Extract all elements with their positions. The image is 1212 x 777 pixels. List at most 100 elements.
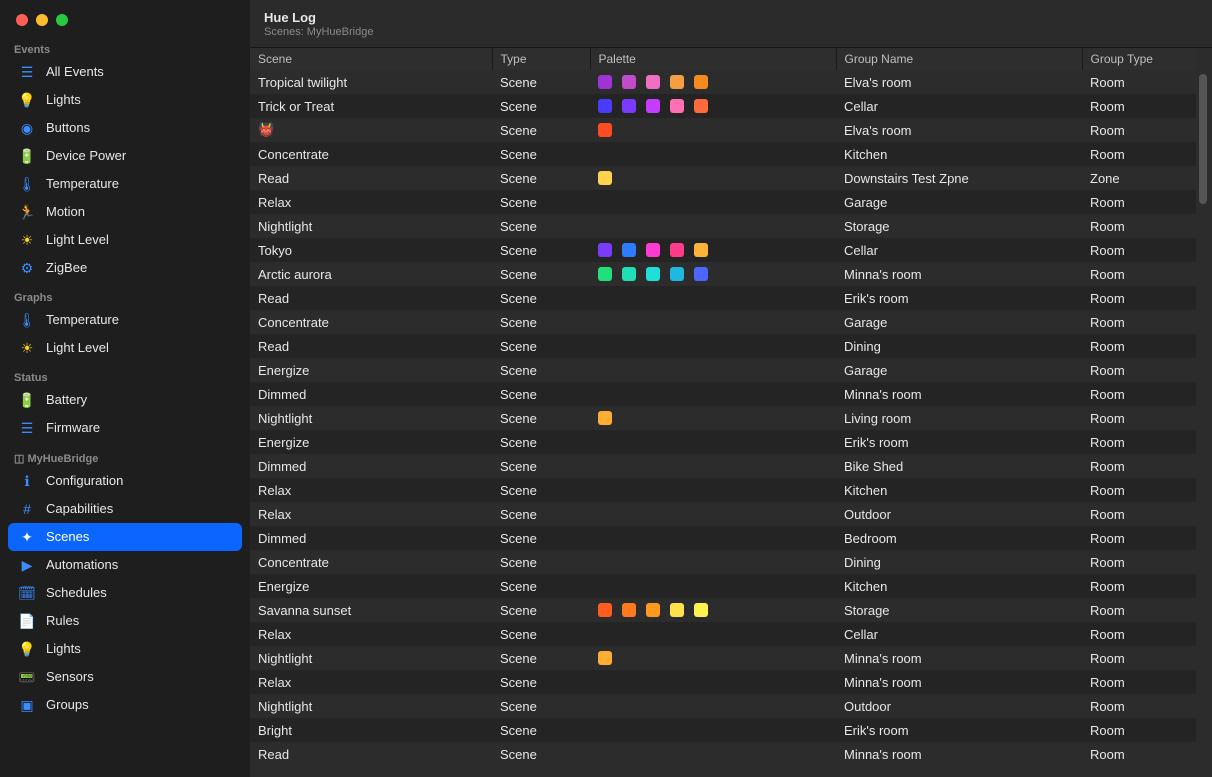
cell-palette [590, 502, 836, 526]
table-row[interactable]: EnergizeSceneErik's roomRoom [250, 430, 1196, 454]
sidebar-item-light-level[interactable]: ☀︎Light Level [8, 226, 242, 254]
cell-palette [590, 70, 836, 94]
cell-group-type: Room [1082, 94, 1196, 118]
cell-group-type: Room [1082, 598, 1196, 622]
palette-swatch [694, 75, 708, 89]
table-row[interactable]: DimmedSceneBedroomRoom [250, 526, 1196, 550]
sidebar-item-zigbee[interactable]: ⚙︎ZigBee [8, 254, 242, 282]
palette-swatch [694, 267, 708, 281]
column-header[interactable]: Scene [250, 48, 492, 70]
table-row[interactable]: DimmedSceneBike ShedRoom [250, 454, 1196, 478]
table-row[interactable]: TokyoSceneCellarRoom [250, 238, 1196, 262]
scrollbar-vertical[interactable] [1196, 74, 1210, 775]
cell-palette [590, 190, 836, 214]
cell-type: Scene [492, 310, 590, 334]
cell-palette [590, 238, 836, 262]
sidebar-item-buttons[interactable]: ◉Buttons [8, 114, 242, 142]
table-row[interactable]: NightlightSceneOutdoorRoom [250, 694, 1196, 718]
sidebar-item-sensors[interactable]: 📟Sensors [8, 663, 242, 691]
sidebar-item-temperature[interactable]: 🌡Temperature [8, 170, 242, 198]
temperature-icon: 🌡 [18, 175, 36, 193]
table-row[interactable]: RelaxSceneOutdoorRoom [250, 502, 1196, 526]
table-row[interactable]: RelaxSceneCellarRoom [250, 622, 1196, 646]
sidebar-item-label: Light Level [46, 339, 109, 357]
table-row[interactable]: EnergizeSceneKitchenRoom [250, 574, 1196, 598]
sidebar-item-device-power[interactable]: 🔋Device Power [8, 142, 242, 170]
sidebar-item-label: Lights [46, 91, 81, 109]
cell-group: Erik's room [836, 286, 1082, 310]
sidebar-item-g-temperature[interactable]: 🌡Temperature [8, 306, 242, 334]
table-row[interactable]: NightlightSceneStorageRoom [250, 214, 1196, 238]
table-row[interactable]: ConcentrateSceneGarageRoom [250, 310, 1196, 334]
palette-swatch [622, 99, 636, 113]
cell-palette [590, 358, 836, 382]
column-header[interactable]: Group Type [1082, 48, 1196, 70]
cell-scene: Energize [250, 358, 492, 382]
table-row[interactable]: ReadSceneDownstairs Test ZpneZone [250, 166, 1196, 190]
window-controls [0, 0, 250, 34]
palette-swatch [670, 75, 684, 89]
table-row[interactable]: BrightSceneErik's roomRoom [250, 718, 1196, 742]
cell-group: Storage [836, 214, 1082, 238]
table-row[interactable]: RelaxSceneKitchenRoom [250, 478, 1196, 502]
sidebar-item-lights[interactable]: 💡Lights [8, 86, 242, 114]
table-row[interactable]: ReadSceneMinna's roomRoom [250, 742, 1196, 766]
column-header[interactable]: Group Name [836, 48, 1082, 70]
cell-group-type: Room [1082, 694, 1196, 718]
close-icon[interactable] [16, 14, 28, 26]
table-row[interactable]: ReadSceneErik's roomRoom [250, 286, 1196, 310]
sidebar-item-all-events[interactable]: ☰All Events [8, 58, 242, 86]
column-header[interactable]: Palette [590, 48, 836, 70]
table-row[interactable]: Savanna sunsetSceneStorageRoom [250, 598, 1196, 622]
cell-scene: Concentrate [250, 550, 492, 574]
table-row[interactable]: RelaxSceneGarageRoom [250, 190, 1196, 214]
sidebar-item-configuration[interactable]: ℹ︎Configuration [8, 467, 242, 495]
table-row[interactable]: NightlightSceneMinna's roomRoom [250, 646, 1196, 670]
sensors-icon: 📟 [18, 668, 36, 686]
cell-group: Elva's room [836, 118, 1082, 142]
minimize-icon[interactable] [36, 14, 48, 26]
sidebar-item-firmware[interactable]: ☰Firmware [8, 414, 242, 442]
sidebar-item-rules[interactable]: 📄Rules [8, 607, 242, 635]
table-row[interactable]: ReadSceneDiningRoom [250, 334, 1196, 358]
sidebar-item-g-light-level[interactable]: ☀︎Light Level [8, 334, 242, 362]
sidebar-item-groups[interactable]: ▣Groups [8, 691, 242, 719]
cell-palette [590, 574, 836, 598]
sidebar-item-schedules[interactable]: 🗓Schedules [8, 579, 242, 607]
table-row[interactable]: 👹SceneElva's roomRoom [250, 118, 1196, 142]
sidebar-item-battery[interactable]: 🔋Battery [8, 386, 242, 414]
table-row[interactable]: ConcentrateSceneDiningRoom [250, 550, 1196, 574]
palette-swatch [670, 99, 684, 113]
palette-swatch [670, 267, 684, 281]
cell-scene: Energize [250, 574, 492, 598]
sidebar-item-motion[interactable]: 🏃Motion [8, 198, 242, 226]
scrollbar-thumb[interactable] [1199, 74, 1207, 204]
sidebar-item-b-lights[interactable]: 💡Lights [8, 635, 242, 663]
sidebar-item-automations[interactable]: ▶︎Automations [8, 551, 242, 579]
table-row[interactable]: Arctic auroraSceneMinna's roomRoom [250, 262, 1196, 286]
sidebar-item-scenes[interactable]: ✦Scenes [8, 523, 242, 551]
column-header[interactable]: Type [492, 48, 590, 70]
table-row[interactable]: DimmedSceneMinna's roomRoom [250, 382, 1196, 406]
cell-type: Scene [492, 574, 590, 598]
cell-type: Scene [492, 454, 590, 478]
table-row[interactable]: RelaxSceneMinna's roomRoom [250, 670, 1196, 694]
buttons-icon: ◉ [18, 119, 36, 137]
table-row[interactable]: NightlightSceneLiving roomRoom [250, 406, 1196, 430]
sidebar-item-label: All Events [46, 63, 104, 81]
cell-scene: Tokyo [250, 238, 492, 262]
table-row[interactable]: Trick or TreatSceneCellarRoom [250, 94, 1196, 118]
motion-icon: 🏃 [18, 203, 36, 221]
g-temperature-icon: 🌡 [18, 311, 36, 329]
zoom-icon[interactable] [56, 14, 68, 26]
table-row[interactable]: EnergizeSceneGarageRoom [250, 358, 1196, 382]
cell-type: Scene [492, 502, 590, 526]
cell-palette [590, 166, 836, 190]
sidebar-item-capabilities[interactable]: #Capabilities [8, 495, 242, 523]
cell-group-type: Room [1082, 118, 1196, 142]
palette-swatch [670, 603, 684, 617]
sidebar-item-label: Light Level [46, 231, 109, 249]
table-row[interactable]: Tropical twilightSceneElva's roomRoom [250, 70, 1196, 94]
palette-swatch [670, 243, 684, 257]
table-row[interactable]: ConcentrateSceneKitchenRoom [250, 142, 1196, 166]
